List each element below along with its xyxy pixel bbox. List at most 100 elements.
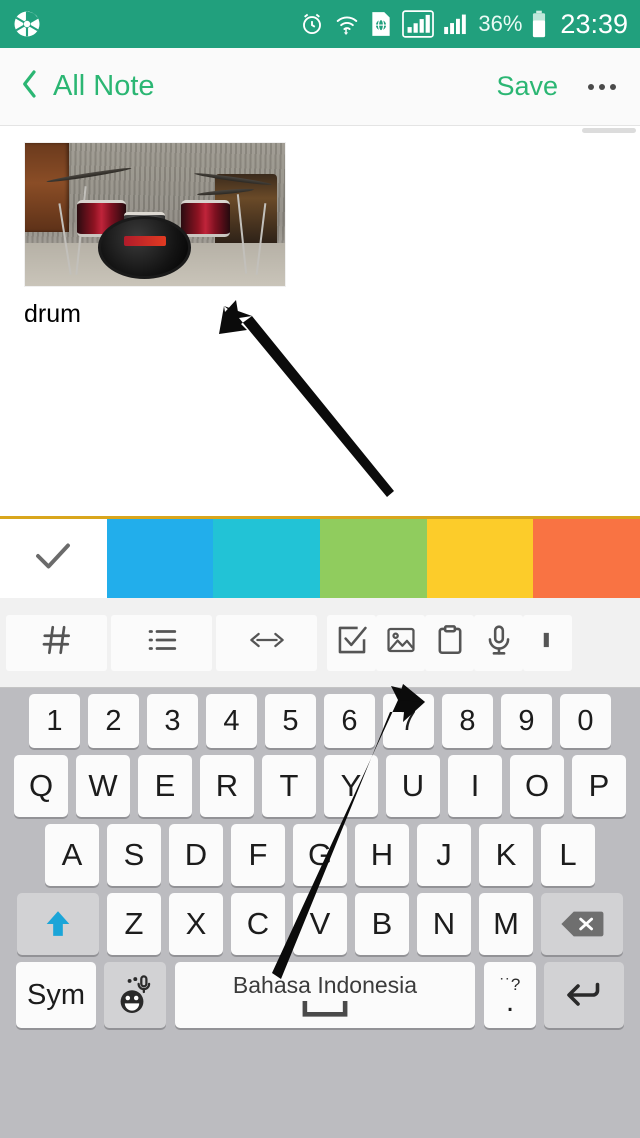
keyboard-row-3: Z X C V B N M (0, 893, 640, 955)
battery-icon (531, 10, 547, 38)
phone-screen: 36% 23:39 All Note Save drum 1 2 3 4 5 6… (0, 0, 640, 1138)
color-swatch-yellow[interactable] (426, 519, 534, 598)
hashtag-button[interactable] (6, 614, 107, 671)
key-b[interactable]: B (355, 893, 409, 955)
color-swatch-cyan[interactable] (213, 519, 321, 598)
key-j[interactable]: J (417, 824, 471, 886)
overflow-menu-icon[interactable] (584, 76, 620, 98)
key-7[interactable]: 7 (383, 694, 434, 748)
globe-sim-icon (369, 11, 393, 37)
status-bar-right: 36% 23:39 (299, 9, 628, 40)
camera-aperture-icon (12, 9, 42, 39)
back-button-label: All Note (53, 70, 155, 102)
wifi-icon (334, 11, 360, 37)
key-2[interactable]: 2 (88, 694, 139, 748)
navigation-bar: All Note Save (0, 48, 640, 126)
format-toolbar (0, 598, 640, 688)
key-p[interactable]: P (572, 755, 626, 817)
key-a[interactable]: A (45, 824, 99, 886)
photo-bass-drum (97, 215, 192, 279)
key-w[interactable]: W (76, 755, 130, 817)
color-swatch-blue[interactable] (106, 519, 214, 598)
chevron-left-icon (20, 68, 40, 105)
key-l[interactable]: L (541, 824, 595, 886)
key-i[interactable]: I (448, 755, 502, 817)
key-d[interactable]: D (169, 824, 223, 886)
key-1[interactable]: 1 (29, 694, 80, 748)
keyboard-row-numbers: 1 2 3 4 5 6 7 8 9 0 (0, 694, 640, 748)
space-key[interactable]: Bahasa Indonesia (175, 962, 475, 1028)
note-content-area[interactable]: drum (0, 126, 640, 516)
signal-bars-boxed-icon (402, 9, 435, 39)
key-3[interactable]: 3 (147, 694, 198, 748)
bullet-list-icon (145, 623, 179, 662)
photo-tom-drum (181, 200, 231, 238)
key-t[interactable]: T (262, 755, 316, 817)
alarm-clock-icon (299, 11, 325, 37)
image-icon (384, 623, 418, 662)
back-button[interactable]: All Note (20, 68, 155, 105)
key-9[interactable]: 9 (501, 694, 552, 748)
save-button[interactable]: Save (496, 71, 558, 102)
key-q[interactable]: Q (14, 755, 68, 817)
bullet-list-button[interactable] (111, 614, 212, 671)
key-r[interactable]: R (200, 755, 254, 817)
clipboard-icon (433, 623, 467, 662)
key-8[interactable]: 8 (442, 694, 493, 748)
key-s[interactable]: S (107, 824, 161, 886)
key-k[interactable]: K (479, 824, 533, 886)
color-swatch-green[interactable] (320, 519, 427, 598)
enter-key[interactable] (544, 962, 624, 1028)
key-h[interactable]: H (355, 824, 409, 886)
voice-button[interactable] (474, 614, 523, 671)
key-x[interactable]: X (169, 893, 223, 955)
hashtag-icon (40, 623, 74, 662)
key-y[interactable]: Y (324, 755, 378, 817)
key-e[interactable]: E (138, 755, 192, 817)
key-v[interactable]: V (293, 893, 347, 955)
image-button[interactable] (376, 614, 425, 671)
status-bar-left (12, 9, 42, 39)
key-6[interactable]: 6 (324, 694, 375, 748)
emoji-voice-key[interactable] (104, 962, 166, 1028)
symbols-key[interactable]: Sym (16, 962, 96, 1028)
color-swatch-orange[interactable] (533, 519, 640, 598)
space-bar-icon (302, 1000, 348, 1017)
check-icon (33, 541, 73, 576)
key-n[interactable]: N (417, 893, 471, 955)
draw-button[interactable] (523, 614, 572, 671)
key-c[interactable]: C (231, 893, 285, 955)
key-0[interactable]: 0 (560, 694, 611, 748)
period-key-main: . (505, 985, 515, 1018)
key-m[interactable]: M (479, 893, 533, 955)
code-brackets-icon (249, 627, 285, 658)
keyboard-language-label: Bahasa Indonesia (232, 971, 418, 998)
color-palette-bar (0, 516, 640, 598)
color-swatch-white[interactable] (0, 519, 107, 598)
key-5[interactable]: 5 (265, 694, 316, 748)
on-screen-keyboard[interactable]: 1 2 3 4 5 6 7 8 9 0 Q W E R T Y U I O P … (0, 688, 640, 1138)
checkbox-icon (335, 623, 369, 662)
code-brackets-button[interactable] (216, 614, 317, 671)
checklist-button[interactable] (327, 614, 376, 671)
scrollbar[interactable] (582, 128, 636, 133)
clipboard-button[interactable] (425, 614, 474, 671)
shift-key[interactable] (17, 893, 99, 955)
key-f[interactable]: F (231, 824, 285, 886)
backspace-key[interactable] (541, 893, 623, 955)
key-u[interactable]: U (386, 755, 440, 817)
drum-thumbnail[interactable] (24, 142, 286, 287)
navigation-actions: Save (496, 71, 620, 102)
signal-bars-icon (443, 11, 469, 37)
key-4[interactable]: 4 (206, 694, 257, 748)
period-key[interactable]: ˙˙? . (484, 962, 536, 1028)
attachment-caption: drum (24, 300, 81, 328)
attachment-item[interactable]: drum (24, 142, 286, 329)
status-bar-clock: 23:39 (560, 8, 628, 39)
key-z[interactable]: Z (107, 893, 161, 955)
status-bar: 36% 23:39 (0, 0, 640, 48)
key-g[interactable]: G (293, 824, 347, 886)
keyboard-row-1: Q W E R T Y U I O P (0, 755, 640, 817)
key-o[interactable]: O (510, 755, 564, 817)
pen-icon (531, 623, 565, 662)
